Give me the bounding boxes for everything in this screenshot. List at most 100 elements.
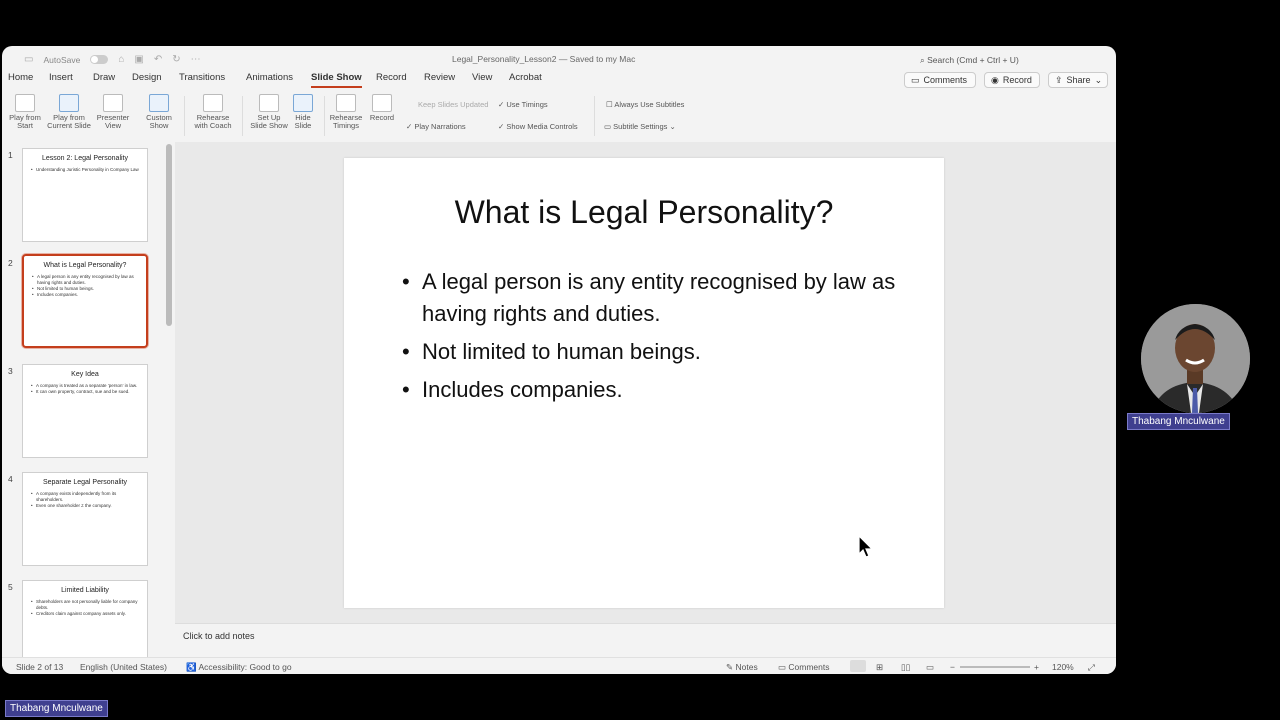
thumbnail-bullet: Creditors claim against company assets o… [31, 611, 139, 617]
slide-thumbnail-4[interactable]: Separate Legal Personality A company exi… [22, 472, 148, 566]
thumbnail-title: Lesson 2: Legal Personality [42, 155, 128, 162]
chevron-down-icon: ⌄ [1094, 74, 1103, 85]
zoom-in-icon[interactable]: + [1034, 662, 1039, 672]
presenter-view-button[interactable]: Presenter View [94, 94, 132, 130]
keep-slides-updated-option[interactable]: Keep Slides Updated [418, 100, 488, 109]
accessibility-status[interactable]: ♿ Accessibility: Good to go [186, 662, 292, 673]
custom-show-icon [149, 94, 169, 112]
document-title[interactable]: Legal_Personality_Lesson2 — Saved to my … [452, 54, 635, 64]
status-comments-button[interactable]: ▭ Comments [778, 662, 830, 673]
record-button[interactable]: ◉ Record [984, 72, 1040, 88]
tab-slide-show[interactable]: Slide Show [311, 72, 362, 88]
undo-icon[interactable]: ↶ [154, 54, 162, 65]
slide-bullet[interactable]: Not limited to human beings. [402, 336, 902, 368]
comments-button[interactable]: ▭ Comments [904, 72, 976, 88]
tab-acrobat[interactable]: Acrobat [509, 72, 542, 86]
share-icon: ⇪ [1055, 74, 1063, 85]
notes-button[interactable]: ✎ Notes [726, 662, 758, 673]
always-use-subtitles-checkbox[interactable]: ☐ Always Use Subtitles [606, 100, 684, 109]
thumbnail-number: 1 [8, 150, 13, 160]
custom-show-button[interactable]: Custom Show [142, 94, 176, 130]
participant-name-tag: Thabang Mnculwane [1127, 413, 1230, 430]
participant-avatar [1141, 304, 1250, 413]
thumbnail-title: Separate Legal Personality [42, 479, 128, 486]
tab-animations[interactable]: Animations [246, 72, 293, 86]
slide-thumbnail-5[interactable]: Limited Liability Shareholders are not p… [22, 580, 148, 657]
slide-thumbnail-3[interactable]: Key Idea A company is treated as a separ… [22, 364, 148, 458]
play-from-current-button[interactable]: Play from Current Slide [44, 94, 94, 130]
ribbon-divider [184, 96, 185, 136]
tab-review[interactable]: Review [424, 72, 455, 86]
search-field[interactable]: ⌕ Search (Cmd + Ctrl + U) [920, 55, 1019, 66]
play-narrations-checkbox[interactable]: ✓ Play Narrations [406, 122, 466, 131]
slide-show-icon[interactable]: ▭ [926, 662, 934, 673]
use-timings-checkbox[interactable]: ✓ Use Timings [498, 100, 548, 109]
play-current-label-2: Current Slide [47, 121, 91, 130]
set-up-slide-show-button[interactable]: Set Up Slide Show [248, 94, 290, 130]
reading-view-icon[interactable]: ▯▯ [901, 662, 910, 673]
tab-view[interactable]: View [472, 72, 492, 86]
comments-label: Comments [923, 75, 968, 85]
thumbnail-bullet: Includes companies. [32, 292, 138, 298]
zoom-slider[interactable] [960, 666, 1030, 668]
slide-thumbnail-1[interactable]: Lesson 2: Legal Personality Understandin… [22, 148, 148, 242]
save-status: — Saved to my Mac [558, 54, 636, 64]
status-comments-label: Comments [788, 662, 830, 672]
tab-design[interactable]: Design [132, 72, 162, 86]
tab-record[interactable]: Record [376, 72, 407, 86]
hide-slide-icon [293, 94, 313, 112]
record-slide-button[interactable]: Record [366, 94, 398, 122]
custom-show-label-2: Show [149, 121, 169, 130]
slide-bullet[interactable]: A legal person is any entity recognised … [402, 266, 902, 330]
zoom-level[interactable]: 120% [1052, 662, 1074, 672]
more-icon[interactable]: ⋯ [191, 54, 201, 65]
hide-slide-button[interactable]: Hide Slide [290, 94, 316, 130]
notes-label: Notes [735, 662, 758, 672]
redo-icon[interactable]: ↻ [172, 54, 180, 65]
record-slide-icon [372, 94, 392, 112]
thumbnail-scrollbar[interactable] [166, 144, 172, 326]
tab-draw[interactable]: Draw [93, 72, 115, 86]
tab-home[interactable]: Home [8, 72, 33, 86]
notes-pane[interactable]: Click to add notes [175, 623, 1116, 657]
accessibility-label: Accessibility: Good to go [198, 662, 292, 672]
slide-bullet[interactable]: Includes companies. [402, 374, 902, 406]
subtitle-icon: ▭ [604, 122, 614, 131]
thumbnail-number: 2 [8, 258, 13, 268]
setup-icon [259, 94, 279, 112]
subtitle-settings-label: Subtitle Settings [613, 122, 668, 131]
thumbnail-number: 5 [8, 582, 13, 592]
title-bar: ▭ AutoSave ⌂ ▣ ↶ ↻ ⋯ Legal_Personality_L… [2, 46, 1116, 72]
rehearse-with-coach-button[interactable]: Rehearse with Coach [192, 94, 234, 130]
always-use-subtitles-label: Always Use Subtitles [614, 100, 685, 109]
slide-thumbnail-2[interactable]: What is Legal Personality? A legal perso… [22, 254, 148, 348]
tab-insert[interactable]: Insert [49, 72, 73, 86]
status-bar: Slide 2 of 13 English (United States) ♿ … [2, 657, 1116, 674]
home-icon[interactable]: ⌂ [118, 54, 124, 65]
rehearse-timings-button[interactable]: Rehearse Timings [328, 94, 364, 130]
current-slide[interactable]: What is Legal Personality? A legal perso… [344, 158, 944, 608]
autosave-label: AutoSave [43, 54, 81, 65]
play-from-start-button[interactable]: Play from Start [6, 94, 44, 130]
normal-view-icon[interactable] [850, 660, 866, 672]
save-icon[interactable]: ▣ [134, 54, 143, 65]
autosave-toggle[interactable] [90, 55, 109, 64]
sidebar-toggle-icon[interactable]: ▭ [24, 54, 33, 65]
record-slide-label: Record [369, 113, 395, 122]
slide-sorter-icon[interactable]: ⊞ [876, 662, 883, 673]
language-indicator[interactable]: English (United States) [80, 662, 167, 672]
record-icon: ◉ [991, 74, 999, 85]
self-name-tag: Thabang Mnculwane [5, 700, 108, 717]
tab-transitions[interactable]: Transitions [179, 72, 225, 86]
share-button[interactable]: ⇪ Share ⌄ [1048, 72, 1108, 88]
subtitle-settings-dropdown[interactable]: ▭ Subtitle Settings ⌄ [604, 122, 676, 131]
thumbnail-title: Key Idea [71, 371, 99, 378]
fit-to-window-icon[interactable]: ⤢ [1088, 662, 1095, 673]
play-narrations-label: Play Narrations [414, 122, 466, 131]
slide-title[interactable]: What is Legal Personality? [344, 194, 944, 231]
rehearse-coach-label-2: with Coach [194, 121, 232, 130]
notes-placeholder: Click to add notes [183, 631, 255, 641]
zoom-out-icon[interactable]: − [950, 662, 955, 672]
ribbon-divider [594, 96, 595, 136]
show-media-controls-checkbox[interactable]: ✓ Show Media Controls [498, 122, 578, 131]
